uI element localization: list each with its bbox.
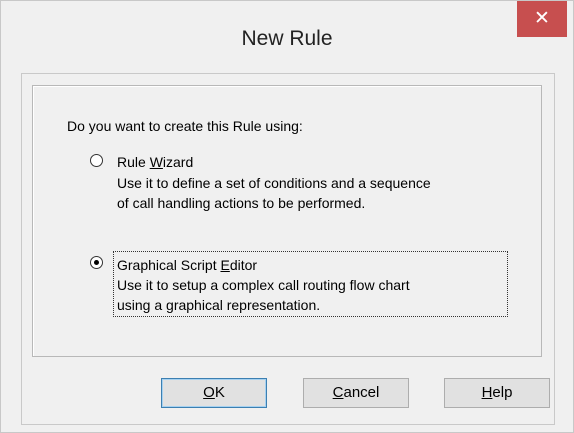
graphical-description-line2: using a graphical representation. xyxy=(117,297,321,313)
cancel-button[interactable]: Cancel xyxy=(303,378,409,408)
rule-wizard-description-line1: Use it to define a set of conditions and… xyxy=(117,175,431,191)
cancel-label: ancel xyxy=(343,384,380,401)
rule-wizard-label-post: izard xyxy=(162,154,194,170)
new-rule-dialog: New Rule ✕ Do you want to create this Ru… xyxy=(0,0,574,433)
graphical-label-pre: Graphical Script xyxy=(117,257,221,273)
ok-accesskey: O xyxy=(203,384,215,401)
help-label: elp xyxy=(492,384,513,401)
close-button[interactable]: ✕ xyxy=(517,1,567,37)
ok-button[interactable]: OK xyxy=(161,378,267,408)
help-accesskey: H xyxy=(481,384,493,401)
graphical-accesskey: E xyxy=(220,257,230,273)
radio-selected-dot xyxy=(94,260,99,265)
rule-wizard-radio[interactable] xyxy=(90,154,103,167)
graphical-description-line1: Use it to setup a complex call routing f… xyxy=(117,277,410,293)
close-icon: ✕ xyxy=(534,8,550,29)
ok-label: K xyxy=(214,384,225,401)
cancel-accesskey: C xyxy=(332,384,344,401)
rule-wizard-accesskey: W xyxy=(149,154,163,170)
question-label: Do you want to create this Rule using: xyxy=(67,118,303,134)
graphical-script-editor-label[interactable]: Graphical Script Editor xyxy=(117,255,257,275)
rule-wizard-label-pre: Rule xyxy=(117,154,150,170)
graphical-script-editor-radio[interactable] xyxy=(90,256,103,269)
help-button[interactable]: Help xyxy=(444,378,550,408)
rule-wizard-label[interactable]: Rule Wizard xyxy=(117,152,193,172)
graphical-label-post: ditor xyxy=(229,257,258,273)
rule-wizard-description-line2: of call handling actions to be performed… xyxy=(117,195,366,211)
dialog-title: New Rule xyxy=(241,27,333,50)
